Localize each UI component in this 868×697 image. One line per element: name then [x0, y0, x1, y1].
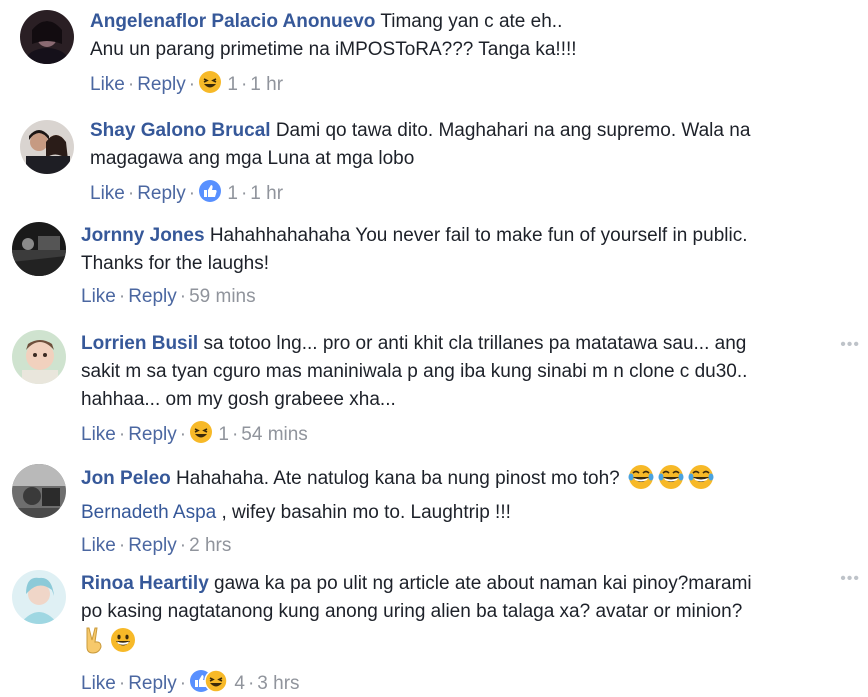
like-link[interactable]: Like	[90, 183, 125, 204]
comment-line: gawa ka pa po ulit ng article ate about …	[214, 573, 752, 594]
timestamp[interactable]: 2 hrs	[189, 535, 231, 556]
comment-author[interactable]: Rinoa Heartily	[81, 573, 209, 594]
dot-separator: ·	[240, 74, 248, 95]
comment-text: Jornny Jones Hahahhahahaha You never fai…	[81, 222, 828, 278]
victory-hand-emoji-icon	[81, 626, 107, 663]
dot-separator: ·	[240, 183, 248, 204]
dot-separator: ·	[127, 74, 135, 95]
timestamp[interactable]: 1 hr	[250, 74, 283, 95]
avatar[interactable]	[12, 570, 66, 624]
laughing-emoji-icon[interactable]	[198, 70, 222, 94]
timestamp[interactable]: 3 hrs	[257, 673, 299, 694]
laughing-tears-emoji-icon	[687, 464, 715, 499]
comment-line: Timang yan c ate eh..	[380, 11, 563, 32]
reply-link[interactable]: Reply	[137, 183, 186, 204]
like-link[interactable]: Like	[81, 286, 116, 307]
avatar[interactable]	[12, 330, 66, 384]
dot-separator: ·	[247, 673, 255, 694]
comment-actions: Like · Reply · 1 · 1 hr	[90, 179, 828, 207]
dot-separator: ·	[118, 286, 126, 307]
comment-text: Lorrien Busil sa totoo lng... pro or ant…	[81, 330, 828, 414]
reply-link[interactable]: Reply	[128, 535, 177, 556]
comment-actions: Like · Reply · 59 mins	[81, 284, 828, 310]
comment-author[interactable]: Jon Peleo	[81, 468, 171, 489]
comment-author[interactable]: Angelenaflor Palacio Anonuevo	[90, 11, 375, 32]
timestamp[interactable]: 54 mins	[241, 424, 308, 445]
comment-line: Anu un parang primetime na iMPOSToRA??? …	[90, 39, 577, 60]
laughing-tears-emoji-icon	[627, 464, 655, 499]
avatar[interactable]	[12, 222, 66, 276]
comment-author[interactable]: Jornny Jones	[81, 225, 205, 246]
laughing-tears-emoji-icon	[657, 464, 685, 499]
avatar[interactable]	[12, 464, 66, 518]
thumbs-up-icon[interactable]	[198, 179, 222, 203]
dot-separator: ·	[118, 424, 126, 445]
dot-separator: ·	[127, 183, 135, 204]
comment-line: sa totoo lng... pro or anti khit cla tri…	[203, 333, 747, 354]
grinning-emoji-icon	[109, 626, 137, 663]
reply-link[interactable]: Reply	[137, 74, 186, 95]
comment-text: Angelenaflor Palacio Anonuevo Timang yan…	[90, 8, 828, 64]
comment-line: , wifey basahin mo to. Laughtrip !!!	[221, 502, 511, 523]
comment-line: hahhaa... om my gosh grabeee xha...	[81, 389, 396, 410]
comment-text: Shay Galono Brucal Dami qo tawa dito. Ma…	[90, 117, 828, 173]
reply-link[interactable]: Reply	[128, 286, 177, 307]
comment-actions: Like · Reply · 2 hrs	[81, 533, 828, 559]
comment-line: Dami qo tawa dito. Maghahari na ang supr…	[275, 120, 751, 141]
reply-link[interactable]: Reply	[128, 424, 177, 445]
avatar[interactable]	[20, 120, 74, 174]
timestamp[interactable]: 1 hr	[250, 183, 283, 204]
like-link[interactable]: Like	[81, 535, 116, 556]
comment-line: po kasing nagtatanong kung anong uring a…	[81, 601, 743, 622]
dot-separator: ·	[179, 535, 187, 556]
reaction-count[interactable]: 1	[218, 424, 229, 445]
more-options-icon[interactable]: •••	[840, 570, 860, 588]
dot-separator: ·	[118, 535, 126, 556]
comment-line: magagawa ang mga Luna at mga lobo	[90, 148, 415, 169]
mention-link[interactable]: Bernadeth Aspa	[81, 502, 216, 523]
dot-separator: ·	[179, 673, 187, 694]
comment-line: sakit m sa tyan cguro mas maniniwala p a…	[81, 361, 748, 382]
comment-text: Jon Peleo Hahahaha. Ate natulog kana ba …	[81, 464, 828, 527]
like-link[interactable]: Like	[81, 424, 116, 445]
comment-text: Rinoa Heartily gawa ka pa po ulit ng art…	[81, 570, 828, 663]
reply-link[interactable]: Reply	[128, 673, 177, 694]
avatar[interactable]	[20, 10, 74, 64]
more-options-icon[interactable]: •••	[840, 336, 860, 354]
dot-separator: ·	[188, 74, 196, 95]
reaction-count[interactable]: 1	[227, 74, 238, 95]
comment-author[interactable]: Shay Galono Brucal	[90, 120, 271, 141]
like-link[interactable]: Like	[81, 673, 116, 694]
comment-actions: Like · Reply · 1 · 1 hr	[90, 70, 828, 98]
thumbs-up-and-laughing-icons[interactable]	[189, 669, 229, 693]
reaction-count[interactable]: 4	[234, 673, 245, 694]
comment-actions: Like · Reply · 4 · 3 hrs	[81, 669, 828, 697]
comment-line: Thanks for the laughs!	[81, 253, 269, 274]
dot-separator: ·	[179, 286, 187, 307]
reaction-count[interactable]: 1	[227, 183, 238, 204]
dot-separator: ·	[118, 673, 126, 694]
laughing-emoji-icon[interactable]	[189, 420, 213, 444]
timestamp[interactable]: 59 mins	[189, 286, 256, 307]
comment-actions: Like · Reply · 1 · 54 mins	[81, 420, 828, 448]
comment-author[interactable]: Lorrien Busil	[81, 333, 198, 354]
like-link[interactable]: Like	[90, 74, 125, 95]
comment-line: Hahahaha. Ate natulog kana ba nung pinos…	[176, 468, 620, 489]
dot-separator: ·	[188, 183, 196, 204]
dot-separator: ·	[231, 424, 239, 445]
comment-line: Hahahhahahaha You never fail to make fun…	[209, 225, 748, 246]
dot-separator: ·	[179, 424, 187, 445]
